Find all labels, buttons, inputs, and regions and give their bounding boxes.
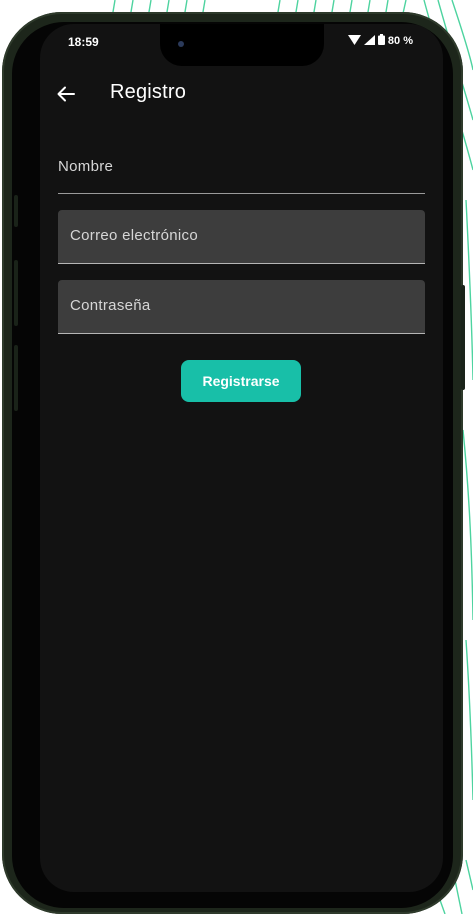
- name-field-label: Nombre: [58, 158, 114, 175]
- email-field[interactable]: Correo electrónico: [58, 210, 425, 264]
- email-field-label: Correo electrónico: [70, 227, 198, 244]
- page-title: Registro: [110, 81, 187, 103]
- side-button-volume-down: [14, 345, 18, 411]
- status-indicators: 80 %: [347, 34, 413, 48]
- app-screen: 18:59 80 % Registro Nombre Correo electr…: [40, 24, 443, 892]
- register-button[interactable]: Registrarse: [181, 360, 301, 402]
- status-time: 18:59: [68, 35, 99, 49]
- name-field[interactable]: Nombre: [58, 144, 425, 194]
- camera-notch: [160, 24, 324, 66]
- signal-icon: [363, 34, 375, 48]
- camera-icon: [178, 41, 184, 47]
- battery-icon: [377, 34, 385, 48]
- password-field[interactable]: Contraseña: [58, 280, 425, 334]
- wifi-icon: [347, 34, 361, 48]
- back-button[interactable]: [50, 78, 82, 110]
- side-button-action: [14, 195, 18, 227]
- password-field-label: Contraseña: [70, 297, 151, 314]
- stage: 18:59 80 % Registro Nombre Correo electr…: [0, 0, 473, 914]
- battery-percent: 80 %: [387, 35, 413, 47]
- app-bar: Registro: [40, 74, 443, 114]
- arrow-left-icon: [57, 86, 75, 102]
- side-button-power: [461, 285, 465, 390]
- side-button-volume-up: [14, 260, 18, 326]
